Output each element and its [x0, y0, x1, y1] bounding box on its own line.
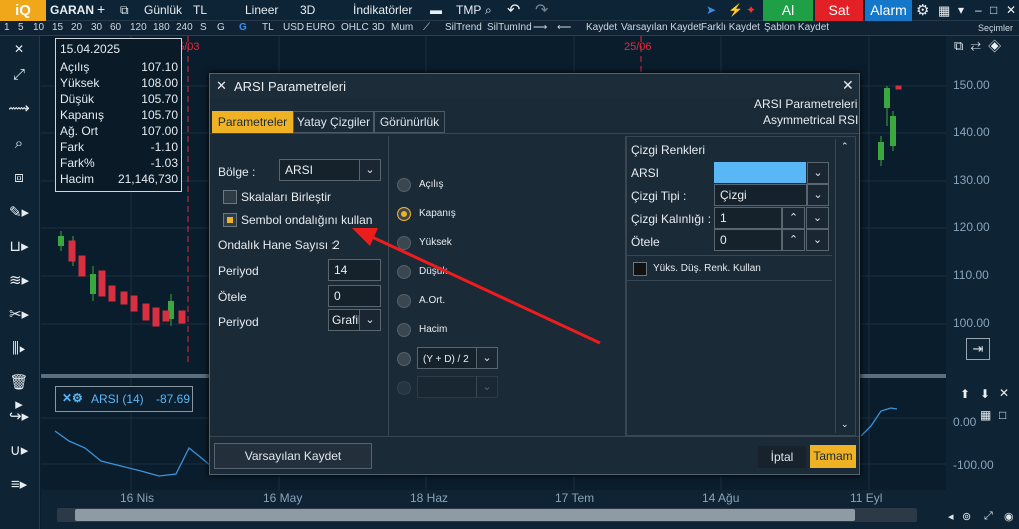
- annotation-arrow: [352, 228, 601, 345]
